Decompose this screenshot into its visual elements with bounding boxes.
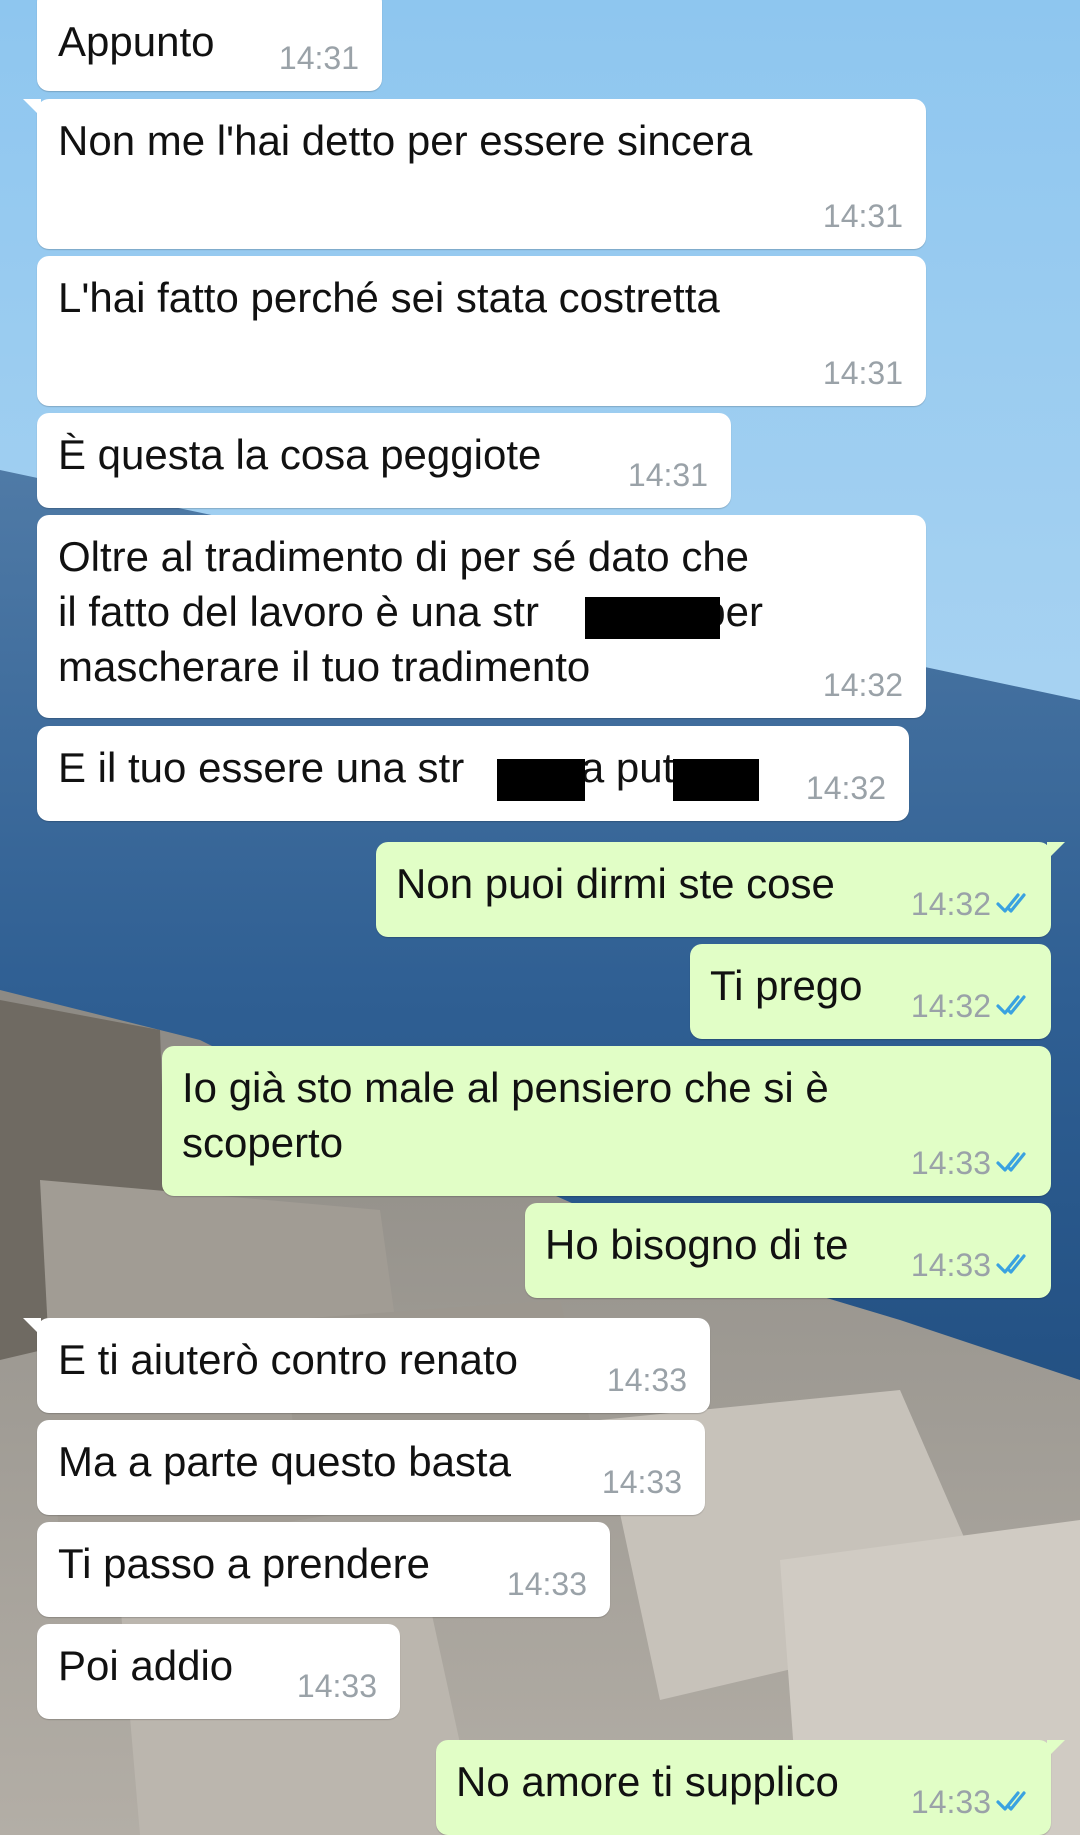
redaction-block [497, 759, 585, 801]
message-text: E ti aiuterò contro renato [58, 1336, 518, 1383]
message-text: Ho bisogno di te [545, 1221, 849, 1268]
outgoing-message[interactable]: Io già sto male al pensiero che si è sco… [162, 1046, 1051, 1196]
message-time: 14:33 [910, 1247, 991, 1283]
double-check-icon [996, 1791, 1026, 1811]
bubble-tail [1047, 842, 1065, 860]
incoming-message[interactable]: Non me l'hai detto per essere sincera 14… [23, 99, 926, 249]
message-time: 14:33 [296, 1668, 377, 1704]
message-text: No amore ti supplico [456, 1758, 839, 1805]
incoming-message[interactable]: Ti passo a prendere 14:33 [37, 1522, 610, 1617]
message-text: Ti passo a prendere [58, 1540, 430, 1587]
incoming-message[interactable]: Appunto 14:31 [37, 0, 382, 91]
message-text: Ti prego [710, 962, 863, 1009]
message-text: L'hai fatto perché sei stata costretta [58, 274, 720, 321]
bubble-tail [1047, 1740, 1065, 1758]
message-time: 14:32 [805, 770, 886, 806]
incoming-message[interactable]: Poi addio 14:33 [37, 1624, 400, 1719]
message-time: 14:32 [910, 886, 991, 922]
message-time: 14:32 [822, 667, 903, 703]
outgoing-message[interactable]: Ti prego 14:32 [690, 944, 1051, 1039]
message-text: Non me l'hai detto per essere sincera [58, 117, 753, 164]
message-time: 14:32 [910, 988, 991, 1024]
message-time: 14:33 [606, 1362, 687, 1398]
incoming-message[interactable]: Ma a parte questo basta 14:33 [37, 1420, 705, 1515]
message-time: 14:31 [627, 457, 708, 493]
message-text: Non puoi dirmi ste cose [396, 860, 835, 907]
double-check-icon [996, 995, 1026, 1015]
message-time: 14:31 [822, 198, 903, 234]
message-text: Io già sto male al pensiero che si è sco… [182, 1064, 829, 1166]
outgoing-message[interactable]: No amore ti supplico 14:33 [436, 1740, 1065, 1835]
message-time: 14:33 [506, 1566, 587, 1602]
message-text: Appunto [58, 18, 215, 65]
outgoing-message[interactable]: Non puoi dirmi ste cose 14:32 [376, 842, 1065, 937]
double-check-icon [996, 1254, 1026, 1274]
incoming-message[interactable]: L'hai fatto perché sei stata costretta 1… [37, 256, 926, 406]
incoming-message[interactable]: E il tuo essere una str a put 14:32 [37, 726, 909, 821]
double-check-icon [996, 893, 1026, 913]
message-text: Poi addio [58, 1642, 234, 1689]
outgoing-message[interactable]: Ho bisogno di te 14:33 [525, 1203, 1051, 1298]
bubble-tail [23, 99, 41, 117]
message-text: È questa la cosa peggiote [58, 431, 542, 478]
message-time: 14:33 [601, 1464, 682, 1500]
message-time: 14:31 [278, 40, 359, 76]
incoming-message[interactable]: Oltre al tradimento di per sé dato che i… [37, 515, 926, 718]
redaction-block [585, 597, 720, 639]
bubble-tail [23, 1318, 41, 1336]
message-time: 14:33 [910, 1784, 991, 1820]
message-time: 14:31 [822, 355, 903, 391]
incoming-message[interactable]: È questa la cosa peggiote 14:31 [37, 413, 731, 508]
message-text: Ma a parte questo basta [58, 1438, 511, 1485]
redaction-block [673, 759, 759, 801]
incoming-message[interactable]: E ti aiuterò contro renato 14:33 [23, 1318, 710, 1413]
message-time: 14:33 [910, 1145, 991, 1181]
double-check-icon [996, 1152, 1026, 1172]
